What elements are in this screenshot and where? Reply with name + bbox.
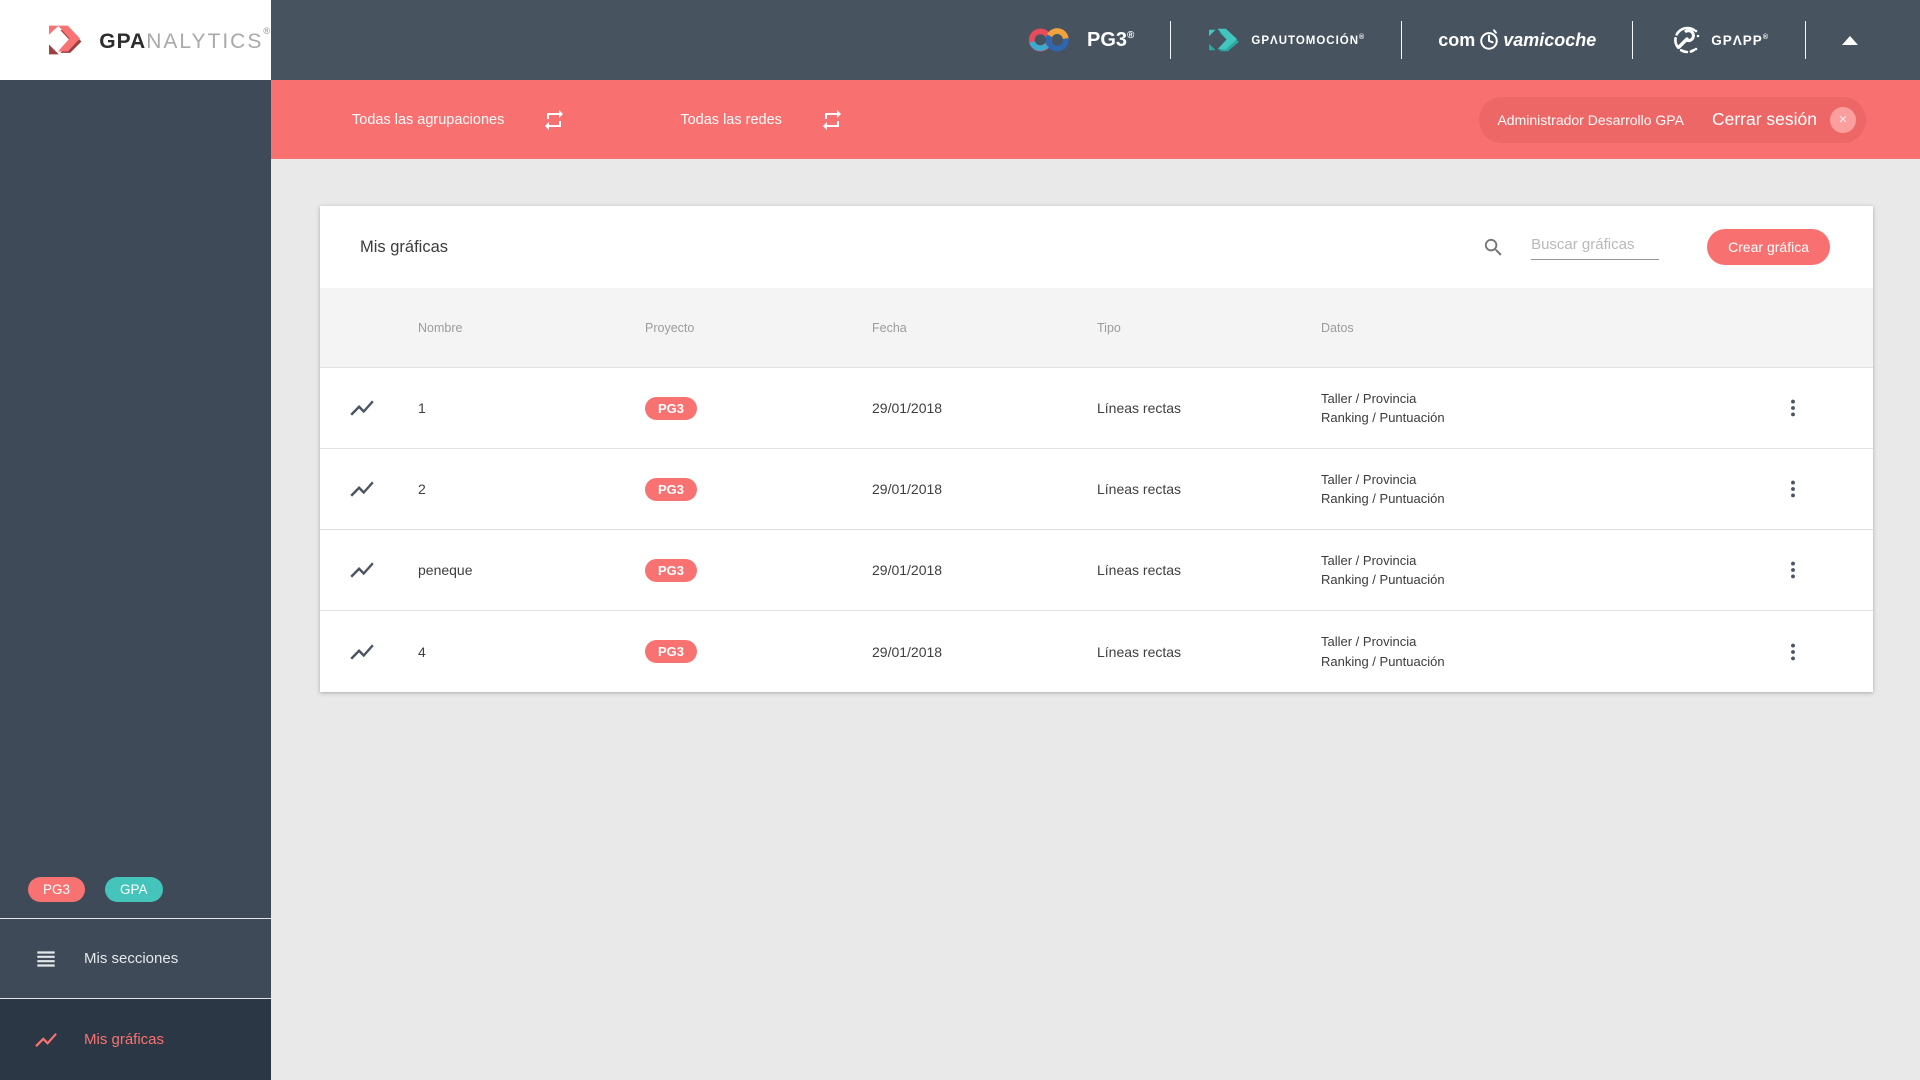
clock-icon xyxy=(1480,29,1499,50)
badge-gpa[interactable]: GPA xyxy=(105,877,163,902)
logout-close-icon[interactable]: × xyxy=(1830,106,1856,133)
gpautomocion-arrow-icon xyxy=(1209,28,1240,52)
table-row[interactable]: peneque PG3 29/01/2018 Líneas rectas Tal… xyxy=(320,530,1873,611)
logo-text-light: NALYTICS xyxy=(146,30,264,53)
brand-gpapp[interactable]: GPΛPP® xyxy=(1669,23,1769,57)
sidebar-item-mis-secciones[interactable]: Mis secciones xyxy=(0,918,271,998)
project-badge: PG3 xyxy=(645,396,698,420)
column-header-tipo: Tipo xyxy=(1097,320,1121,335)
project-badge: PG3 xyxy=(645,477,698,501)
kebab-menu-icon xyxy=(1791,480,1795,498)
my-charts-card: Mis gráficas Crear gráfica Nombre Proyec… xyxy=(320,206,1873,692)
table-row[interactable]: 1 PG3 29/01/2018 Líneas rectas Taller / … xyxy=(320,368,1873,449)
groupings-filter-label[interactable]: Todas las agrupaciones xyxy=(352,112,504,128)
line-chart-icon xyxy=(35,1032,57,1047)
chart-name: 1 xyxy=(418,400,426,416)
chart-name: peneque xyxy=(418,562,473,578)
topbar-divider xyxy=(1632,21,1634,59)
project-badge: PG3 xyxy=(645,558,698,582)
row-menu-button[interactable] xyxy=(1713,397,1873,419)
topbar-divider xyxy=(1805,21,1806,59)
chart-date: 29/01/2018 xyxy=(872,643,943,660)
project-badge: PG3 xyxy=(645,640,698,663)
user-session-pill: Administrador Desarrollo GPA Cerrar sesi… xyxy=(1479,96,1866,143)
sidebar-badges: PG3 GPA xyxy=(0,877,271,918)
kebab-menu-icon xyxy=(1791,643,1795,660)
chart-data-fields: Taller / Provincia Ranking / Puntuación xyxy=(1321,634,1445,669)
collapse-arrow-icon[interactable] xyxy=(1842,35,1858,45)
chart-name: 2 xyxy=(418,481,426,497)
line-chart-icon xyxy=(350,562,374,578)
pg3-wordmark: PG3® xyxy=(1087,28,1135,51)
gpanalytics-logo-icon xyxy=(49,25,82,55)
networks-filter-label[interactable]: Todas las redes xyxy=(680,112,782,128)
kebab-menu-icon xyxy=(1791,561,1795,579)
main-column: PG3® GPΛUTOMOCIÓN® com vamicoche GPΛPP® … xyxy=(271,0,1920,1080)
groupings-swap-icon[interactable] xyxy=(542,108,566,132)
sidebar-item-label: Mis secciones xyxy=(84,950,179,967)
filterbar: Todas las agrupaciones Todas las redes A… xyxy=(271,80,1920,159)
chart-name: 4 xyxy=(418,643,426,660)
sidebar-item-mis-graficas[interactable]: Mis gráficas xyxy=(0,998,271,1080)
chart-date: 29/01/2018 xyxy=(872,562,943,578)
line-chart-icon xyxy=(350,643,374,660)
topbar-divider xyxy=(1170,21,1172,59)
row-menu-button[interactable] xyxy=(1713,559,1873,581)
chart-date: 29/01/2018 xyxy=(872,400,943,416)
line-chart-icon xyxy=(350,481,374,497)
comprova-wordmark-pre: com xyxy=(1438,29,1476,50)
chart-data-fields: Taller / Provincia Ranking / Puntuación xyxy=(1321,390,1445,426)
app-root: GPANALYTICS® PG3 GPA Mis secciones Mis g… xyxy=(0,0,1920,1080)
chart-type: Líneas rectas xyxy=(1097,481,1182,497)
badge-pg3[interactable]: PG3 xyxy=(28,877,86,902)
line-chart-icon xyxy=(350,400,374,416)
sidebar-item-label: Mis gráficas xyxy=(84,1031,165,1048)
chart-data-fields: Taller / Provincia Ranking / Puntuación xyxy=(1321,471,1445,507)
chart-date: 29/01/2018 xyxy=(872,481,943,497)
sections-list-icon xyxy=(37,950,55,967)
gpapp-wrench-icon xyxy=(1674,26,1700,54)
create-chart-button[interactable]: Crear gráfica xyxy=(1707,229,1830,265)
column-header-fecha: Fecha xyxy=(872,320,907,335)
column-header-datos: Datos xyxy=(1321,320,1354,335)
gpanalytics-logo[interactable]: GPANALYTICS® xyxy=(0,0,271,80)
content-area: Mis gráficas Crear gráfica Nombre Proyec… xyxy=(271,159,1920,1080)
logo-text-bold: GPA xyxy=(99,30,147,53)
kebab-menu-icon xyxy=(1791,399,1795,417)
topbar: PG3® GPΛUTOMOCIÓN® com vamicoche GPΛPP® xyxy=(271,0,1920,80)
search-icon[interactable] xyxy=(1482,236,1505,259)
topbar-divider xyxy=(1401,21,1403,59)
table-header-row: Nombre Proyecto Fecha Tipo Datos xyxy=(320,288,1873,368)
gpanalytics-logo-text: GPANALYTICS® xyxy=(99,26,271,54)
logout-button[interactable]: Cerrar sesión xyxy=(1712,109,1817,130)
card-header: Mis gráficas Crear gráfica xyxy=(320,206,1873,288)
chart-type: Líneas rectas xyxy=(1097,562,1182,578)
sidebar: GPANALYTICS® PG3 GPA Mis secciones Mis g… xyxy=(0,0,271,1080)
networks-swap-icon[interactable] xyxy=(820,108,844,132)
brand-comprovamicoche[interactable]: com vamicoche xyxy=(1438,28,1596,52)
row-menu-button[interactable] xyxy=(1713,478,1873,500)
search-area: Crear gráfica xyxy=(1482,229,1830,265)
comprova-wordmark-post: vamicoche xyxy=(1503,29,1597,50)
table-row[interactable]: 4 PG3 29/01/2018 Líneas rectas Taller / … xyxy=(320,611,1873,692)
chart-data-fields: Taller / Provincia Ranking / Puntuación xyxy=(1321,552,1445,588)
chart-type: Líneas rectas xyxy=(1097,643,1182,660)
chart-type: Líneas rectas xyxy=(1097,400,1182,416)
table-row[interactable]: 2 PG3 29/01/2018 Líneas rectas Taller / … xyxy=(320,449,1873,530)
brand-pg3[interactable]: PG3® xyxy=(1027,25,1134,55)
column-header-proyecto: Proyecto xyxy=(645,320,695,335)
gpautomocion-wordmark: GPΛUTOMOCIÓN® xyxy=(1251,33,1366,47)
gpapp-wordmark: GPΛPP® xyxy=(1711,32,1769,48)
search-input[interactable] xyxy=(1531,234,1660,260)
column-header-nombre: Nombre xyxy=(418,320,463,335)
pg3-infinity-icon xyxy=(1028,28,1069,52)
row-menu-button[interactable] xyxy=(1713,641,1873,663)
brand-gpautomocion[interactable]: GPΛUTOMOCIÓN® xyxy=(1207,26,1365,54)
user-name: Administrador Desarrollo GPA xyxy=(1497,111,1684,128)
page-title: Mis gráficas xyxy=(360,237,449,256)
logo-reg-mark: ® xyxy=(263,26,271,36)
